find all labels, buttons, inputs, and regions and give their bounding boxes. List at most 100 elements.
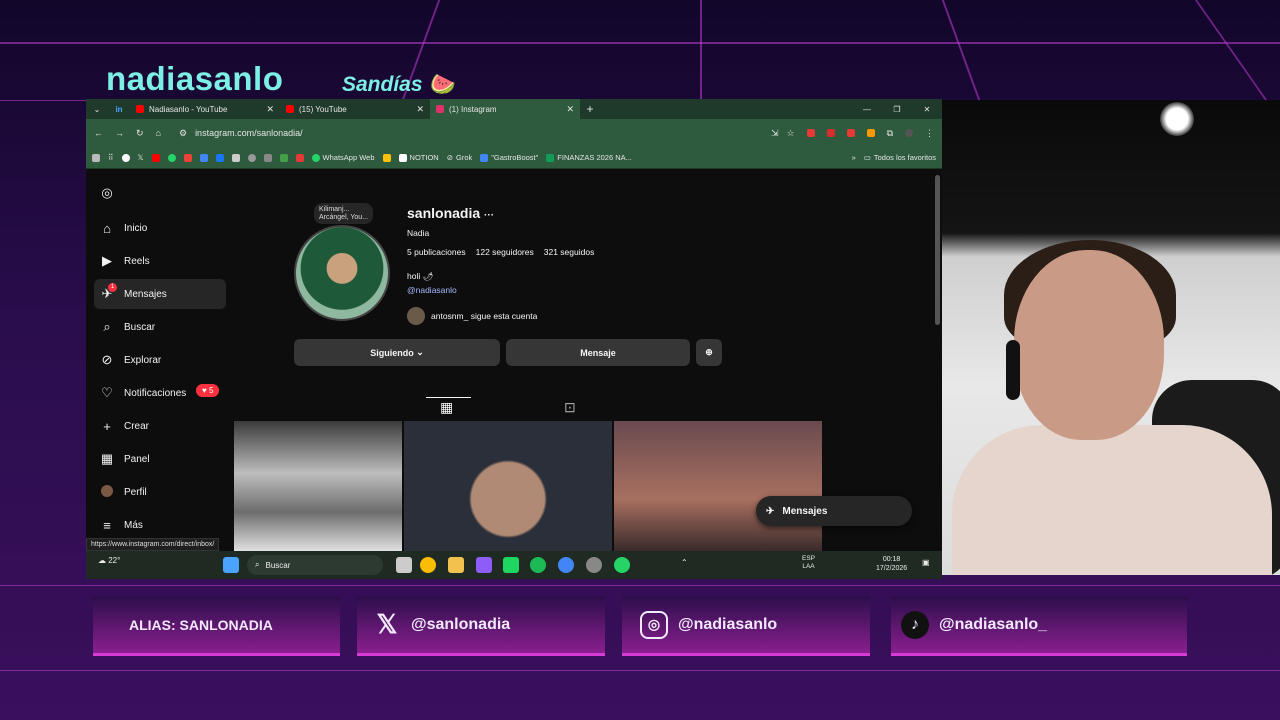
profile-note[interactable]: Kilimanj... Arcángel, You... xyxy=(314,203,374,225)
new-tab-button[interactable]: + xyxy=(580,102,600,116)
bookmark-whatsapp[interactable]: WhatsApp Web xyxy=(311,153,375,162)
whatsapp-icon xyxy=(311,153,320,162)
back-icon[interactable]: ← xyxy=(94,128,103,138)
bookmark-gastroboost[interactable]: "GastroBoost" xyxy=(480,153,538,162)
window-close-icon[interactable]: ✕ xyxy=(912,105,942,114)
profile-avatar[interactable] xyxy=(905,129,913,137)
all-bookmarks[interactable]: ▭ Todos los favoritos xyxy=(864,153,936,162)
facebook-icon[interactable] xyxy=(215,153,224,162)
linkedin-icon[interactable]: in xyxy=(108,105,130,114)
nav-mensajes[interactable]: ✈ 1 Mensajes xyxy=(94,279,226,309)
scrollbar[interactable] xyxy=(935,175,940,325)
bookmark-icon[interactable] xyxy=(263,153,272,162)
star-icon[interactable]: ☆ xyxy=(786,128,794,139)
tray-chevron-icon[interactable]: ⌃ xyxy=(681,558,688,567)
menu-kebab-icon[interactable]: ⋮ xyxy=(925,128,934,139)
start-icon[interactable] xyxy=(223,557,239,573)
nav-reels[interactable]: ▶ Reels xyxy=(94,246,226,276)
bookmark-finanzas[interactable]: FINANZAS 2026 NA... xyxy=(546,153,632,162)
drive-icon[interactable] xyxy=(199,153,208,162)
site-info-icon[interactable]: ⚙ xyxy=(179,128,187,139)
reload-icon[interactable]: ↻ xyxy=(136,128,144,139)
home-icon[interactable]: ⌂ xyxy=(156,128,161,138)
more-options-icon[interactable]: ··· xyxy=(484,210,494,221)
chevron-down-icon: ⌄ xyxy=(416,347,424,357)
tab-youtube-channel[interactable]: Nadiasanlo - YouTube ✕ xyxy=(130,99,280,119)
followers-count[interactable]: 122 seguidores xyxy=(476,247,534,257)
nav-inicio[interactable]: ⌂ Inicio xyxy=(94,213,226,243)
google-icon[interactable] xyxy=(121,153,130,162)
chrome-icon[interactable] xyxy=(558,557,574,573)
extension-icon[interactable] xyxy=(826,129,835,137)
restore-icon[interactable]: ❐ xyxy=(882,105,912,114)
nav-perfil[interactable]: Perfil xyxy=(94,477,226,507)
floating-messages-button[interactable]: ✈ Mensajes xyxy=(756,496,912,526)
x-icon[interactable]: 𝕏 xyxy=(138,153,144,162)
instagram-icon xyxy=(436,105,444,113)
close-icon[interactable]: ✕ xyxy=(416,104,424,115)
message-button[interactable]: Mensaje xyxy=(506,339,690,366)
profile-avatar[interactable] xyxy=(294,225,390,321)
tab-search-icon[interactable]: ⌄ xyxy=(86,105,108,114)
tab-instagram[interactable]: (1) Instagram ✕ xyxy=(430,99,580,119)
taskbar-search[interactable]: ⌕ Buscar xyxy=(247,555,383,575)
following-button[interactable]: Siguiendo ⌄ xyxy=(294,339,500,366)
youtube-icon[interactable] xyxy=(151,153,160,162)
language-indicator[interactable]: ESP LAA xyxy=(802,555,815,571)
weather-icon[interactable]: ☁ 22° xyxy=(98,556,120,565)
spotify-icon[interactable] xyxy=(530,557,546,573)
bookmark-icon[interactable] xyxy=(247,153,256,162)
docs-icon xyxy=(480,153,489,162)
close-icon[interactable]: ✕ xyxy=(566,104,574,115)
grid-icon[interactable]: ▦ xyxy=(440,399,453,416)
address-bar[interactable]: ⚙ instagram.com/sanlonadia/ ⇲ ☆ xyxy=(173,124,795,142)
minimize-icon[interactable]: — xyxy=(852,105,882,114)
nav-buscar[interactable]: ⌕ Buscar xyxy=(94,312,226,342)
whatsapp-icon[interactable] xyxy=(614,557,630,573)
app-icon[interactable] xyxy=(503,557,519,573)
notification-icon[interactable]: ▣ xyxy=(922,558,930,567)
bookmark-icon[interactable] xyxy=(295,153,304,162)
instagram-logo[interactable]: ◎ xyxy=(94,179,226,207)
nav-panel[interactable]: ▦ Panel xyxy=(94,444,226,474)
post-thumbnail[interactable] xyxy=(404,421,612,551)
forward-icon[interactable]: → xyxy=(115,128,124,138)
bookmark-icon[interactable] xyxy=(92,153,100,162)
extension-icon[interactable] xyxy=(806,129,815,137)
bookmark-notion[interactable]: NOTION xyxy=(398,153,439,162)
add-user-button[interactable]: ⊕ xyxy=(696,339,722,366)
nav-crear[interactable]: + Crear xyxy=(94,411,226,441)
close-icon[interactable]: ✕ xyxy=(266,104,274,115)
bookmark-icon[interactable] xyxy=(231,153,240,162)
post-thumbnail[interactable] xyxy=(614,421,822,551)
install-icon[interactable]: ⇲ xyxy=(771,128,779,139)
folder-icon[interactable] xyxy=(448,557,464,573)
extensions-icon[interactable]: ⧉ xyxy=(887,128,893,139)
profile-link[interactable]: @nadiasanlo xyxy=(407,285,594,295)
post-thumbnail[interactable] xyxy=(234,421,402,551)
nav-mas[interactable]: ≡ Más xyxy=(94,510,226,540)
bookmark-icon[interactable] xyxy=(279,153,288,162)
clock[interactable]: 00:18 17/2/2026 xyxy=(876,555,907,573)
followed-by[interactable]: antosnm_ sigue esta cuenta xyxy=(407,307,594,325)
gmail-icon[interactable] xyxy=(183,153,192,162)
bookmark-icon[interactable] xyxy=(382,153,391,162)
button-label: Siguiendo xyxy=(370,347,414,358)
apps-icon[interactable]: ⠿ xyxy=(108,153,114,162)
tab-youtube[interactable]: (15) YouTube ✕ xyxy=(280,99,430,119)
tab-indicator xyxy=(426,397,471,398)
following-count[interactable]: 321 seguidos xyxy=(544,247,595,257)
more-bookmarks-icon[interactable]: » xyxy=(852,153,856,162)
task-view-icon[interactable] xyxy=(396,557,412,573)
pdf-extension-icon[interactable] xyxy=(846,129,855,137)
settings-icon[interactable] xyxy=(586,557,602,573)
nav-explorar[interactable]: ⊘ Explorar xyxy=(94,345,226,375)
chrome-icon[interactable] xyxy=(420,557,436,573)
messages-badge: 1 xyxy=(108,283,117,292)
bookmark-grok[interactable]: ⊘ Grok xyxy=(447,153,473,162)
play-extension-icon[interactable] xyxy=(866,129,875,137)
nav-notificaciones[interactable]: ♡ Notificaciones ♥ 5 xyxy=(94,378,226,408)
whatsapp-icon[interactable] xyxy=(167,153,176,162)
app-icon[interactable] xyxy=(476,557,492,573)
tagged-icon[interactable]: ⊡ xyxy=(564,399,576,416)
